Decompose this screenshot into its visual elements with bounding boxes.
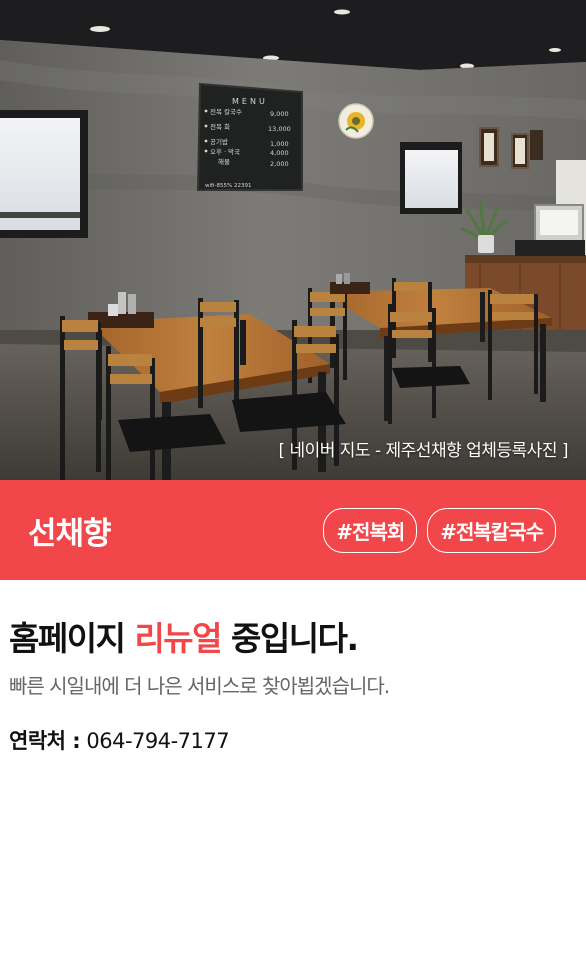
notice-section: 홈페이지 리뉴얼 중입니다. 빠른 시일내에 더 나은 서비스로 찾아뵙겠습니다… (0, 580, 586, 755)
decorative-plate (338, 103, 374, 139)
contact-phone[interactable]: 064-794-7177 (86, 729, 229, 753)
contact-label: 연락처 : (9, 729, 81, 753)
hashtag-abalone-sashimi[interactable]: #전복회 (323, 507, 418, 553)
photo-caption: [ 네이버 지도 - 제주선채향 업체등록사진 ] (278, 441, 568, 461)
menu-board-wifi: wifi-855% 22391 (205, 183, 251, 189)
menu-item-price: 4,000 (270, 149, 289, 157)
menu-item-name: 해물 (218, 157, 230, 166)
brand-name: 선채향 (28, 515, 112, 552)
renewal-headline: 홈페이지 리뉴얼 중입니다. (9, 612, 576, 660)
menu-board: MENU 전복 칼국수 9,000 전복 회 13,000 공기밥 1,000 … (196, 82, 303, 191)
menu-item-price: 2,000 (270, 160, 289, 168)
hero-photo: MENU 전복 칼국수 9,000 전복 회 13,000 공기밥 1,000 … (0, 0, 586, 480)
menu-item-name: 전복 칼국수 (210, 107, 242, 116)
menu-item-name: 공기밥 (210, 137, 228, 146)
menu-item-price: 9,000 (270, 110, 289, 118)
menu-item-price: 13,000 (268, 125, 291, 133)
menu-board-title: MENU (232, 97, 268, 106)
menu-item-name: 전복 회 (210, 122, 230, 131)
renewal-subtext: 빠른 시일내에 더 나은 서비스로 찾아뵙겠습니다. (9, 674, 390, 698)
menu-item-name: 오후 · 막국 (210, 147, 240, 156)
restaurant-interior-illustration: MENU 전복 칼국수 9,000 전복 회 13,000 공기밥 1,000 … (0, 0, 586, 480)
menu-item-price: 1,000 (270, 140, 289, 148)
brand-bar: 선채향 #전복회 #전복칼국수 (0, 480, 586, 580)
headline-prefix: 홈페이지 (9, 619, 135, 658)
headline-suffix: 중입니다. (221, 619, 359, 658)
contact-line: 연락처 : 064-794-7177 (9, 725, 576, 755)
hashtag-abalone-kalguksu[interactable]: #전복칼국수 (427, 507, 556, 553)
headline-accent: 리뉴얼 (134, 619, 222, 658)
hashtag-list: #전복회 #전복칼국수 (323, 507, 556, 553)
